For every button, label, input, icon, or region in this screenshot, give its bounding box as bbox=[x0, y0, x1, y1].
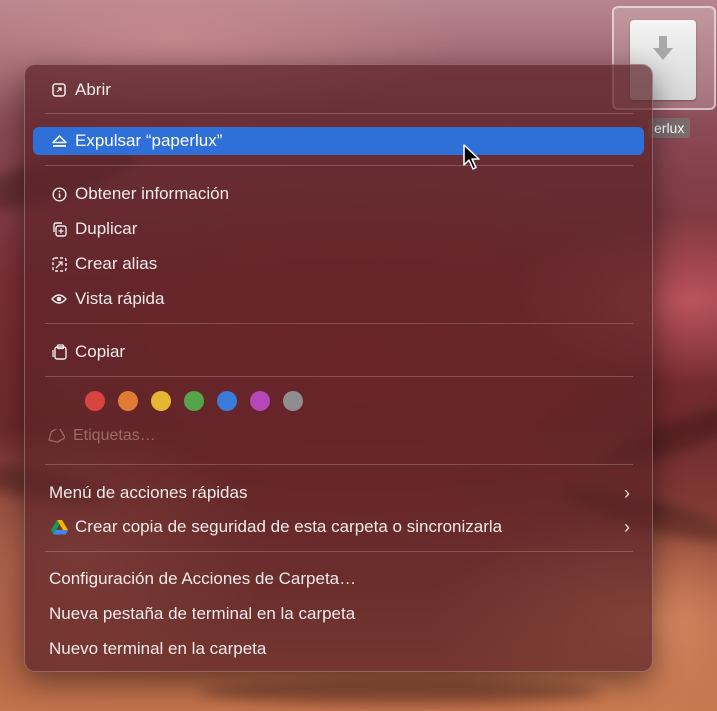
menu-separator bbox=[45, 323, 633, 324]
menu-item-duplicate[interactable]: Duplicar bbox=[33, 215, 644, 243]
info-icon bbox=[47, 186, 71, 202]
menu-item-quick-look[interactable]: Vista rápida bbox=[33, 285, 644, 313]
eye-icon bbox=[47, 293, 71, 305]
tag-color-green[interactable] bbox=[184, 391, 204, 411]
menu-item-label: Expulsar “paperlux” bbox=[75, 131, 223, 150]
menu-item-google-drive-backup[interactable]: Crear copia de seguridad de esta carpeta… bbox=[33, 513, 644, 541]
menu-item-label: Abrir bbox=[75, 80, 111, 99]
tag-color-purple[interactable] bbox=[250, 391, 270, 411]
menu-separator bbox=[45, 376, 633, 377]
menu-separator bbox=[45, 165, 633, 166]
tag-icon bbox=[47, 429, 65, 443]
mouse-cursor-icon bbox=[463, 144, 480, 170]
menu-item-label: Duplicar bbox=[75, 219, 138, 238]
menu-item-label: Obtener información bbox=[75, 184, 230, 203]
open-window-icon bbox=[47, 83, 71, 97]
menu-item-new-terminal-tab[interactable]: Nueva pestaña de terminal en la carpeta bbox=[33, 600, 644, 628]
context-menu: Abrir Expulsar “paperlux” Obtener inform… bbox=[24, 64, 653, 672]
eject-icon bbox=[47, 134, 71, 148]
menu-item-tags[interactable]: Etiquetas… bbox=[47, 427, 156, 445]
menu-item-label: Copiar bbox=[75, 342, 126, 361]
menu-item-label: Etiquetas… bbox=[73, 427, 156, 444]
menu-item-label: Vista rápida bbox=[75, 289, 165, 308]
tag-color-orange[interactable] bbox=[118, 391, 138, 411]
menu-separator bbox=[45, 464, 633, 465]
menu-separator bbox=[45, 113, 633, 114]
menu-item-eject[interactable]: Expulsar “paperlux” bbox=[33, 127, 644, 155]
menu-item-label: Nuevo terminal en la carpeta bbox=[49, 639, 267, 658]
menu-item-new-terminal[interactable]: Nuevo terminal en la carpeta bbox=[33, 635, 644, 663]
menu-separator bbox=[45, 551, 633, 552]
menu-item-folder-actions-setup[interactable]: Configuración de Acciones de Carpeta… bbox=[33, 565, 644, 593]
menu-item-label: Crear copia de seguridad de esta carpeta… bbox=[75, 517, 503, 536]
menu-item-label: Nueva pestaña de terminal en la carpeta bbox=[49, 604, 356, 623]
menu-item-make-alias[interactable]: Crear alias bbox=[33, 250, 644, 278]
menu-item-label: Configuración de Acciones de Carpeta… bbox=[49, 569, 357, 588]
chevron-right-icon: › bbox=[624, 482, 630, 503]
menu-item-quick-actions[interactable]: Menú de acciones rápidas › bbox=[33, 479, 644, 507]
tag-color-blue[interactable] bbox=[217, 391, 237, 411]
duplicate-icon bbox=[47, 221, 71, 237]
menu-item-copy[interactable]: Copiar bbox=[33, 338, 644, 366]
tag-color-picker bbox=[85, 391, 303, 411]
google-drive-icon bbox=[47, 519, 71, 535]
menu-item-label: Crear alias bbox=[75, 254, 158, 273]
chevron-right-icon: › bbox=[624, 516, 630, 537]
copy-icon bbox=[47, 344, 71, 360]
alias-icon bbox=[47, 256, 71, 272]
wallpaper-streak bbox=[200, 680, 600, 704]
tag-color-yellow[interactable] bbox=[151, 391, 171, 411]
drive-label[interactable]: erlux bbox=[648, 118, 691, 138]
menu-item-open[interactable]: Abrir bbox=[33, 76, 644, 104]
tag-color-red[interactable] bbox=[85, 391, 105, 411]
menu-item-label: Menú de acciones rápidas bbox=[49, 483, 248, 502]
download-arrow-icon bbox=[653, 36, 673, 60]
tag-color-gray[interactable] bbox=[283, 391, 303, 411]
menu-item-get-info[interactable]: Obtener información bbox=[33, 180, 644, 208]
desktop: erlux Abrir Expulsar “paperlux” Obtener … bbox=[0, 0, 717, 711]
